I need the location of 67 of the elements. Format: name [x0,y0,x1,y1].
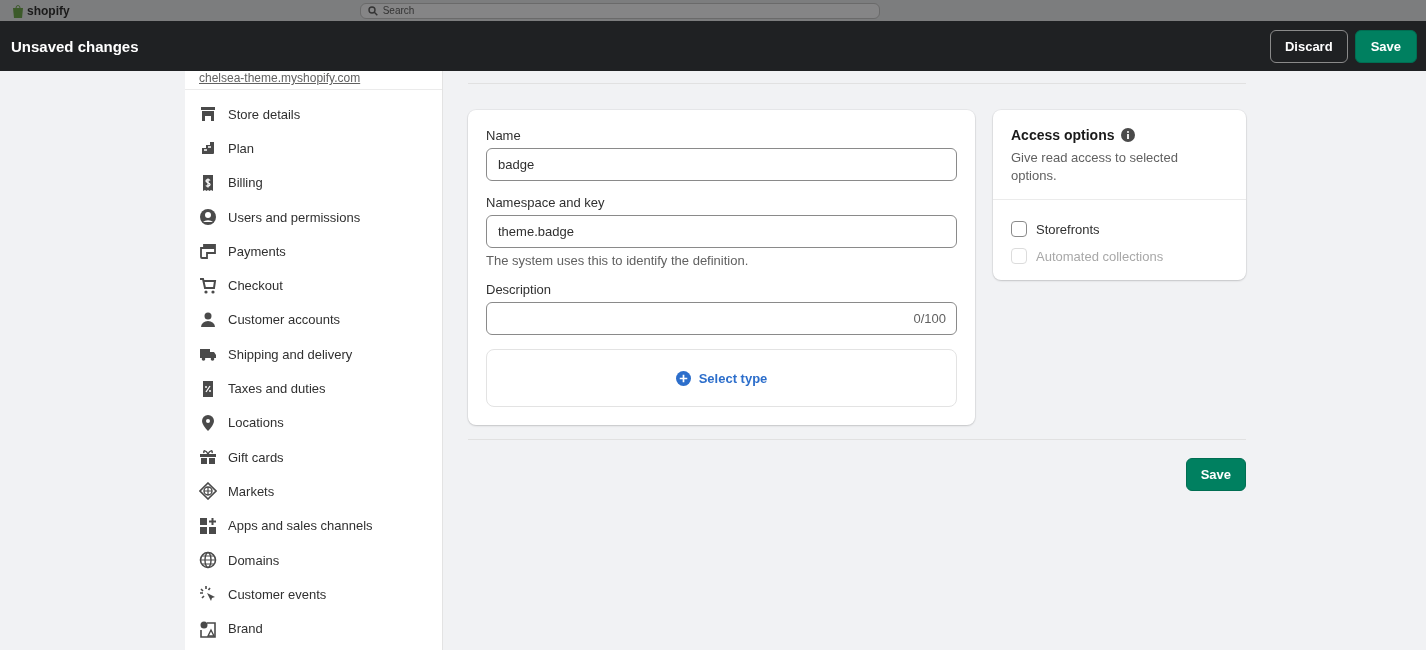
sidebar-item-label: Apps and sales channels [228,518,373,534]
sidebar-item[interactable]: Store details [185,97,442,132]
sidebar-item-label: Customer accounts [228,312,340,328]
sidebar-item[interactable]: Apps and sales channels [185,508,442,543]
store-url-link[interactable]: chelsea-theme.myshopify.com [185,71,442,90]
store-icon [199,105,217,124]
sidebar-item[interactable]: Users and permissions [185,199,442,235]
sidebar-item[interactable]: Customer events [185,577,442,612]
sidebar-item[interactable]: Locations [185,405,442,440]
sidebar-item[interactable]: Markets [185,474,442,509]
apps-grid-icon [199,516,217,535]
card-description: Give read access to selected options. [1011,149,1179,185]
sidebar-item[interactable]: Domains [185,542,442,578]
sidebar-item-label: Brand [228,621,263,637]
card-title: Access options [1011,127,1115,143]
field-label: Name [486,128,522,143]
input-field[interactable]: theme.badge [486,215,957,248]
bag-logo-icon [12,3,24,18]
cards-icon [199,242,217,261]
cart-icon [199,276,217,295]
discard-button[interactable]: Discard [1269,29,1348,63]
globe-diamond-icon [199,482,217,501]
sidebar-item[interactable]: Taxes and duties [185,371,442,406]
save-button[interactable]: Save [1354,29,1417,63]
sidebar-item-label: Markets [228,483,275,499]
person-icon [199,310,217,329]
sidebar-item-label: Locations [228,415,284,431]
sidebar-item[interactable]: Customer accounts [185,302,442,338]
logo-text: shopify [27,3,70,18]
plus-circle-icon [675,370,691,386]
sidebar-item[interactable]: Brand [185,611,442,646]
character-counter: 0/100 [913,311,946,326]
checkbox-label: Automated collections [1036,248,1164,264]
sidebar-item[interactable]: Shipping and delivery [185,337,442,372]
sidebar-item-label: Domains [228,552,280,568]
sidebar-item[interactable]: Payments [185,234,442,269]
sidebar-item-label: Store details [228,106,301,122]
input-field[interactable] [486,302,957,335]
select-type-button[interactable]: Select type [486,349,957,407]
sidebar-item[interactable]: Plan [185,131,442,166]
user-circle-icon [199,208,217,227]
sidebar-item-label: Billing [228,175,263,191]
map-pin-icon [199,413,217,432]
checkbox[interactable] [1011,221,1027,237]
sidebar-item[interactable]: Checkout [185,268,442,303]
checkbox-label: Storefronts [1036,221,1100,237]
globe-icon [199,551,217,569]
sidebar-item-label: Shipping and delivery [228,346,353,362]
sidebar-item-label: Gift cards [228,449,284,465]
sidebar-item-label: Payments [228,243,286,259]
info-icon[interactable] [1121,128,1136,142]
search-field[interactable]: Search [359,2,880,19]
sidebar-item-label: Plan [228,140,255,156]
field-label: Description [486,282,553,297]
gift-icon [199,448,217,467]
bar-title: Unsaved changes [11,37,140,55]
help-text: The system uses this to identify the definition. [486,253,750,268]
sidebar-item-label: Users and permissions [228,209,361,225]
field-label: Namespace and key [486,195,606,210]
sidebar-item[interactable]: Gift cards [185,439,442,475]
sidebar-item-label: Customer events [228,586,327,602]
shapes-icon [199,619,217,638]
save-button[interactable]: Save [1185,458,1246,491]
input-field[interactable]: badge [486,148,957,181]
sidebar-item-label: Checkout [228,278,283,294]
sidebar-item-label: Taxes and duties [228,381,326,396]
sidebar-item[interactable]: Billing [185,165,442,200]
